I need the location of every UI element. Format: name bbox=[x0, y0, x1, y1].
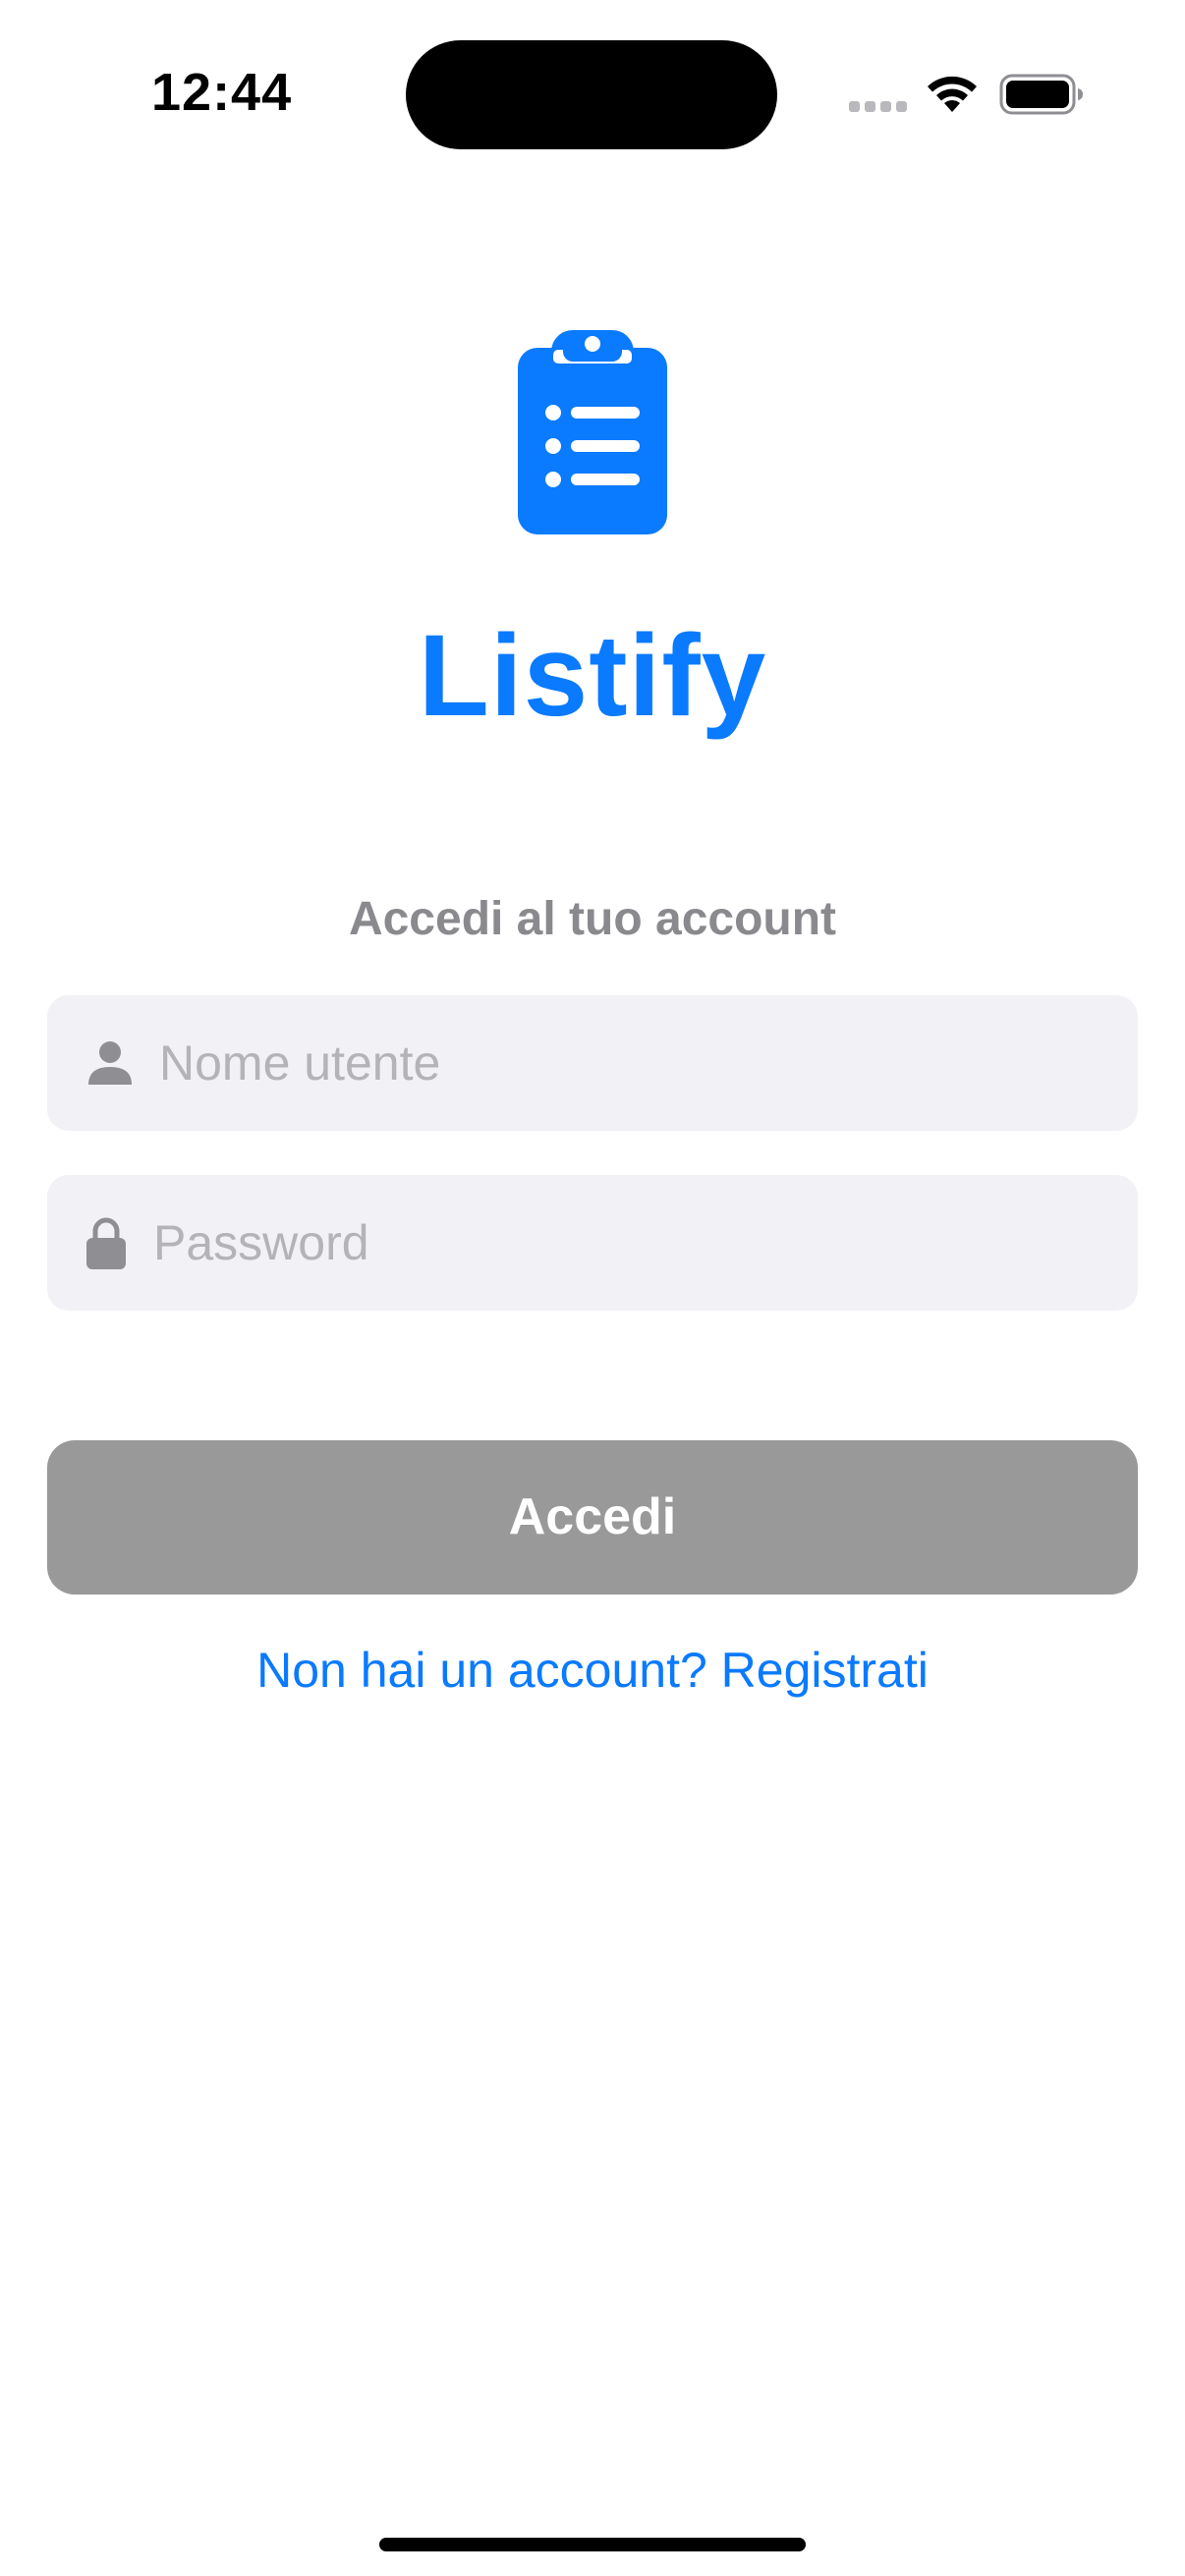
clipboard-list-icon bbox=[518, 330, 667, 534]
username-input[interactable] bbox=[159, 995, 1102, 1131]
login-subtitle: Accedi al tuo account bbox=[348, 893, 837, 945]
app-title: Listify bbox=[418, 611, 767, 741]
wifi-icon bbox=[928, 76, 977, 112]
battery-icon bbox=[999, 74, 1083, 115]
cellular-signal-icon bbox=[849, 101, 907, 112]
password-field[interactable] bbox=[47, 1175, 1138, 1311]
login-button[interactable]: Accedi bbox=[47, 1440, 1138, 1595]
person-icon bbox=[88, 1041, 132, 1085]
dynamic-island bbox=[406, 40, 777, 149]
lock-icon bbox=[86, 1217, 126, 1269]
home-indicator bbox=[379, 2538, 806, 2551]
password-input[interactable] bbox=[153, 1175, 1097, 1311]
status-time: 12:44 bbox=[151, 63, 293, 122]
register-link[interactable]: Non hai un account? Registrati bbox=[0, 1639, 1185, 1702]
username-field[interactable] bbox=[47, 995, 1138, 1131]
